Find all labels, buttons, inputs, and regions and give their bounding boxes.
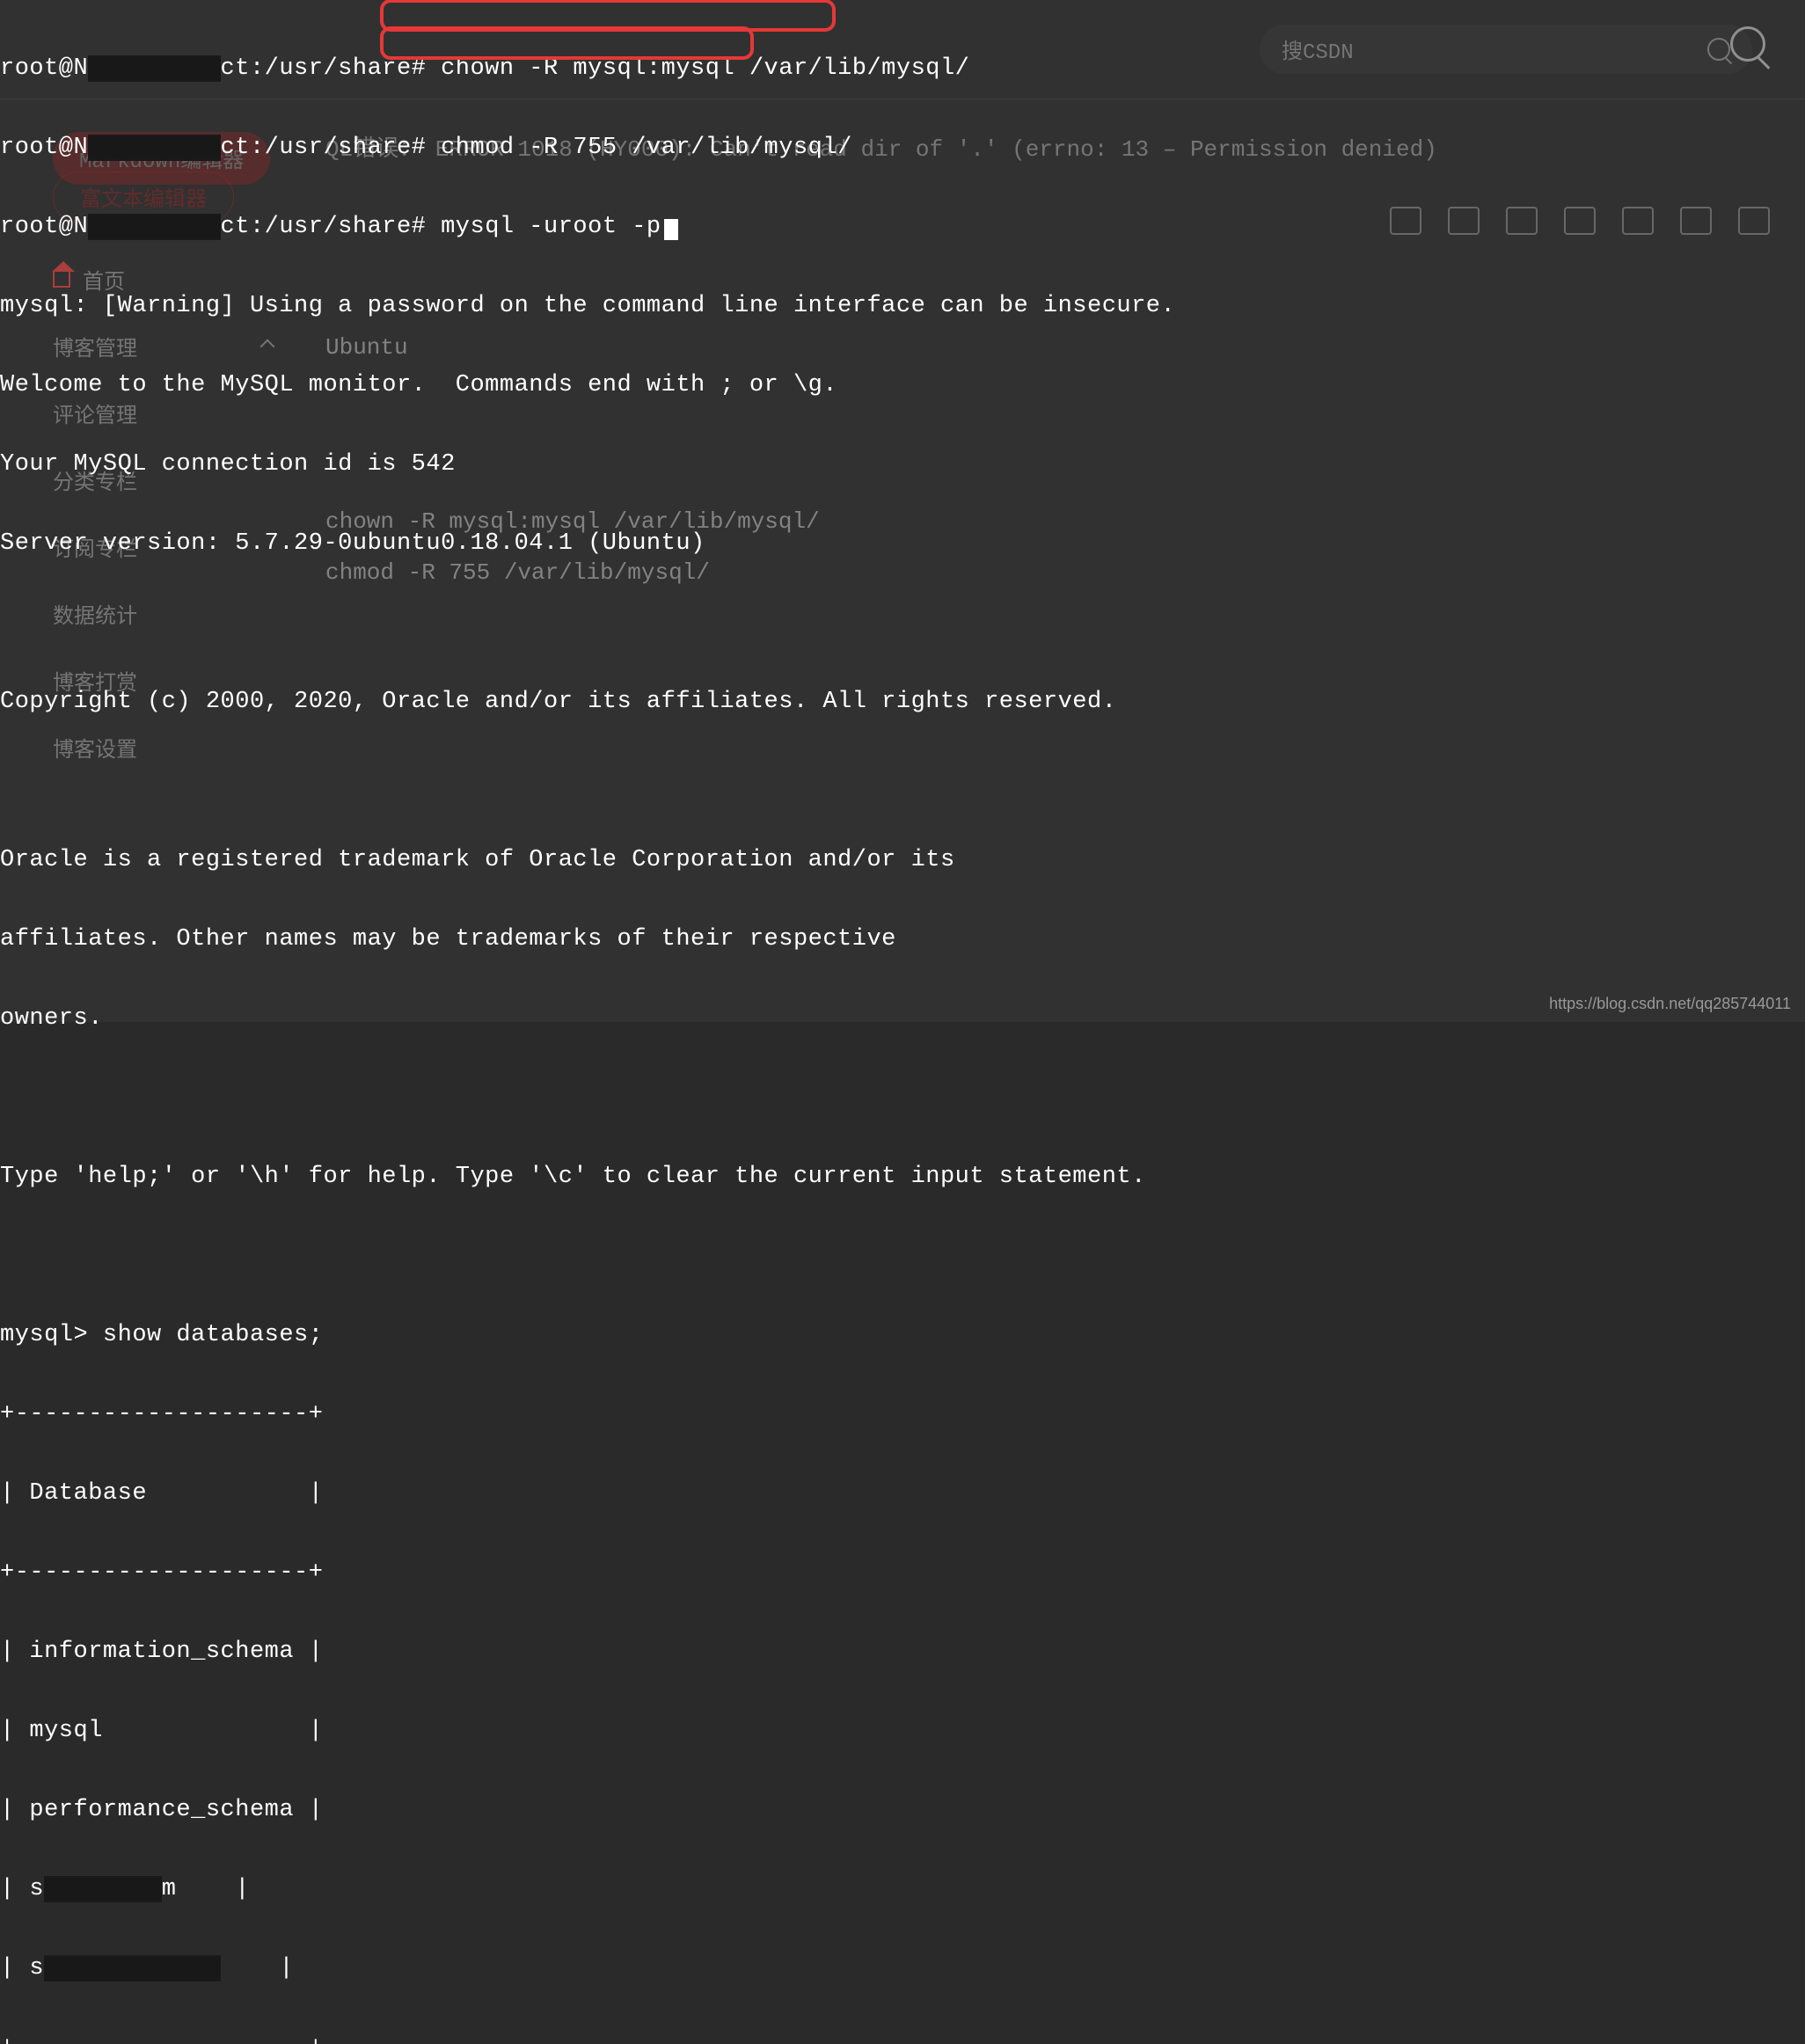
- output-line: [0, 610, 1175, 636]
- prompt: root@N: [0, 214, 88, 240]
- prompt-path: ct:/usr/share#: [221, 214, 427, 240]
- hostname-redacted: xxxxxxxxx: [88, 214, 220, 240]
- prompt: root@N: [0, 135, 88, 161]
- prompt: root@N: [0, 55, 88, 82]
- table-row: | sxxxxxxxxxxxx |: [0, 1955, 1175, 1982]
- table-row: | information_schema |: [0, 1639, 1175, 1665]
- command-chmod: chmod -R 755 /var/lib/mysql/: [441, 135, 852, 161]
- chart-icon[interactable]: [1448, 207, 1480, 235]
- outdent-icon[interactable]: [1738, 207, 1770, 235]
- table-border: +--------------------+: [0, 1559, 1175, 1586]
- output-line: Your MySQL connection id is 542: [0, 451, 1175, 478]
- highlight-chmod: [380, 26, 754, 60]
- output-line: [0, 768, 1175, 794]
- command-mysql: mysql -uroot -p: [441, 214, 661, 240]
- hostname-redacted: xxxxxxxxx: [88, 55, 220, 82]
- mysql-prompt-line: mysql> show databases;: [0, 1322, 1175, 1348]
- image-icon[interactable]: [1506, 207, 1538, 235]
- output-line: [0, 1084, 1175, 1111]
- terminal-output[interactable]: root@Nxxxxxxxxxct:/usr/share# chown -R m…: [0, 0, 1175, 2044]
- output-line: affiliates. Other names may be trademark…: [0, 926, 1175, 953]
- output-line: Server version: 5.7.29-0ubuntu0.18.04.1 …: [0, 530, 1175, 557]
- output-line: Oracle is a registered trademark of Orac…: [0, 847, 1175, 873]
- output-line: Welcome to the MySQL monitor. Commands e…: [0, 372, 1175, 398]
- equation-icon[interactable]: [1564, 207, 1596, 235]
- db-redacted: xxxxxxxx: [44, 1876, 162, 1902]
- table-border: +--------------------+: [0, 2034, 1175, 2044]
- indent-icon[interactable]: [1680, 207, 1712, 235]
- search-icon-large[interactable]: [1730, 26, 1765, 62]
- watermark: https://blog.csdn.net/qq285744011: [1549, 995, 1791, 1013]
- table-row: | sxxxxxxxxm |: [0, 1876, 1175, 1902]
- video-icon[interactable]: [1622, 207, 1654, 235]
- table-header: | Database |: [0, 1480, 1175, 1507]
- output-line: mysql: [Warning] Using a password on the…: [0, 293, 1175, 319]
- output-line: owners.: [0, 1005, 1175, 1032]
- hostname-redacted: xxxxxxxxx: [88, 135, 220, 161]
- table-row: | mysql |: [0, 1718, 1175, 1744]
- cursor-block: [664, 219, 678, 240]
- db-redacted: xxxxxxxxxxxx: [44, 1955, 220, 1982]
- search-input[interactable]: 搜CSDN: [1260, 25, 1752, 74]
- prompt-path: ct:/usr/share#: [221, 135, 427, 161]
- search-placeholder: 搜CSDN: [1282, 33, 1354, 65]
- output-line: [0, 1243, 1175, 1269]
- table-icon[interactable]: [1390, 207, 1421, 235]
- editor-toolbar: [1390, 207, 1770, 235]
- search-icon[interactable]: [1707, 38, 1730, 61]
- output-line: Type 'help;' or '\h' for help. Type '\c'…: [0, 1164, 1175, 1190]
- output-line: Copyright (c) 2000, 2020, Oracle and/or …: [0, 689, 1175, 715]
- table-row: | performance_schema |: [0, 1797, 1175, 1823]
- table-border: +--------------------+: [0, 1401, 1175, 1427]
